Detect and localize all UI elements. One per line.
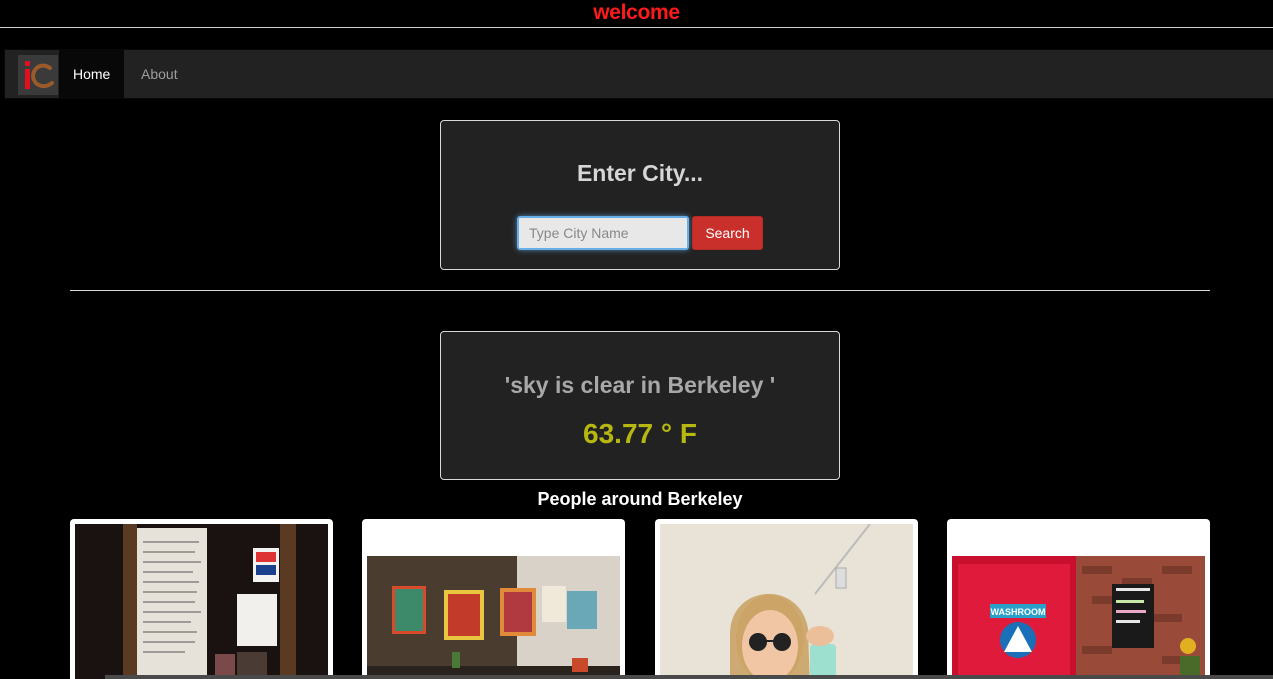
weather-panel: 'sky is clear in Berkeley ' 63.77 ° F xyxy=(440,331,840,480)
page: welcome Home About Enter City... Search … xyxy=(0,0,1273,679)
horizontal-scrollbar[interactable] xyxy=(105,675,1273,679)
selfie-photo xyxy=(660,524,913,679)
photo-card[interactable] xyxy=(362,519,625,679)
welcome-bar: welcome xyxy=(0,0,1273,28)
cafe-wall-art-photo xyxy=(367,556,620,679)
weather-description: 'sky is clear in Berkeley ' xyxy=(504,372,776,398)
handwritten-notice-photo xyxy=(75,524,328,679)
photo-card[interactable] xyxy=(655,519,918,679)
nav-home[interactable]: Home xyxy=(59,50,125,98)
city-search-input[interactable] xyxy=(517,216,689,250)
navbar: Home About xyxy=(4,49,1273,99)
washroom-door-photo: WASHROOM xyxy=(952,556,1205,679)
search-panel: Enter City... Search xyxy=(440,120,840,270)
search-heading: Enter City... xyxy=(576,160,704,186)
photo-card[interactable]: WASHROOM xyxy=(947,519,1210,679)
weather-temperature: 63.77 ° F xyxy=(583,418,697,449)
ic-logo-icon xyxy=(18,55,58,95)
divider xyxy=(70,290,1210,291)
search-button[interactable]: Search xyxy=(692,216,763,250)
people-heading: People around Berkeley xyxy=(537,489,743,509)
photo-card[interactable] xyxy=(70,519,333,679)
svg-text:WASHROOM: WASHROOM xyxy=(991,607,1046,617)
nav-about[interactable]: About xyxy=(127,50,192,98)
brand-logo[interactable] xyxy=(18,55,58,95)
welcome-text: welcome xyxy=(593,1,680,24)
